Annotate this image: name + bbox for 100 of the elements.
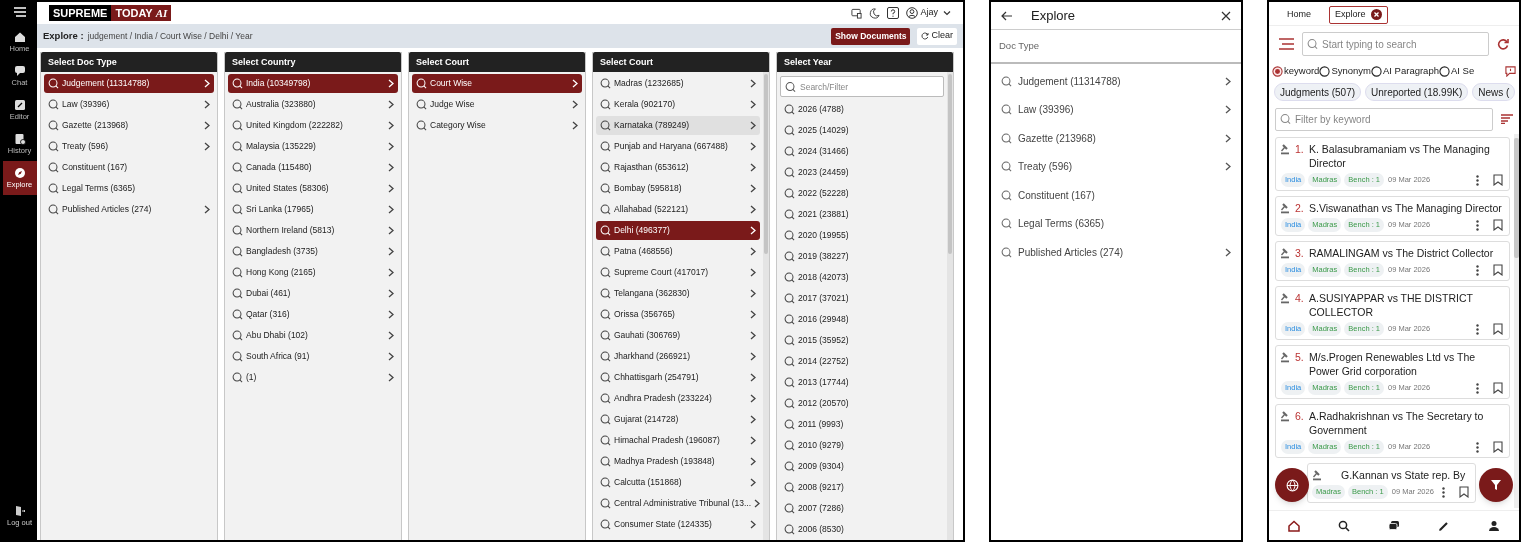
list-item[interactable]: Bangladesh (3735) [228, 242, 398, 261]
radio-label[interactable]: AI Paragraph [1383, 63, 1439, 79]
filter-button[interactable] [1479, 468, 1513, 502]
bookmark-icon[interactable] [1493, 219, 1503, 231]
list-item[interactable]: Telangana (362830) [596, 284, 760, 303]
list-item[interactable]: Court Wise [412, 74, 582, 93]
tab[interactable]: Explore [1329, 5, 1388, 24]
result-title[interactable]: A.SUSIYAPPAR vs THE DISTRICT COLLECTOR [1309, 291, 1505, 319]
list-item[interactable]: Karnataka (789249) [596, 116, 760, 135]
report-icon[interactable] [1505, 65, 1516, 77]
filter-chip[interactable]: Unreported (18.99K) [1365, 83, 1469, 101]
more-vertical-icon[interactable] [1476, 323, 1479, 335]
list-item[interactable]: Chhattisgarh (254791) [596, 368, 760, 387]
list-item[interactable]: 2012 (20570) [780, 394, 944, 413]
globe-button[interactable] [1275, 468, 1309, 502]
list-item[interactable]: Northern Ireland (5813) [228, 221, 398, 240]
list-item[interactable]: 2010 (9279) [780, 436, 944, 455]
list-item[interactable]: Judgement (11314788) [44, 74, 214, 93]
chat-icon[interactable] [1388, 519, 1400, 532]
more-vertical-icon[interactable] [1476, 174, 1479, 186]
list-item[interactable]: Calcutta (151868) [596, 473, 760, 492]
list-item[interactable]: Qatar (316) [228, 305, 398, 324]
list-item[interactable]: 2017 (37021) [780, 289, 944, 308]
bookmark-icon[interactable] [1493, 264, 1503, 276]
list-item[interactable]: 2019 (38227) [780, 247, 944, 266]
list-item[interactable]: Published Articles (274) [44, 200, 214, 219]
list-item[interactable]: Published Articles (274) [991, 238, 1241, 267]
list-item[interactable]: Madras (1232685) [596, 74, 760, 93]
list-item[interactable]: 2011 (9993) [780, 415, 944, 434]
result-title[interactable]: S.Viswanathan vs The Managing Director [1309, 201, 1505, 215]
list-item[interactable]: Delhi (496377) [596, 221, 760, 240]
result-title[interactable]: G.Kannan vs State rep. By [1341, 468, 1466, 482]
radio-label[interactable]: keyword [1284, 63, 1320, 79]
list-item[interactable]: 2015 (35952) [780, 331, 944, 350]
list-item[interactable]: Gauhati (306769) [596, 326, 760, 345]
list-item[interactable]: Orissa (356765) [596, 305, 760, 324]
user-menu[interactable]: Ajay [906, 6, 951, 20]
bookmark-icon[interactable] [1493, 441, 1503, 453]
list-item[interactable]: 2022 (52228) [780, 184, 944, 203]
list-item[interactable]: 2024 (31466) [780, 142, 944, 161]
list-item[interactable]: Dubai (461) [228, 284, 398, 303]
list-item[interactable]: South Africa (91) [228, 347, 398, 366]
list-item[interactable]: Treaty (596) [991, 152, 1241, 181]
more-vertical-icon[interactable] [1476, 441, 1479, 453]
list-item[interactable]: Legal Terms (6365) [991, 209, 1241, 238]
radio-button[interactable] [1319, 65, 1331, 77]
list-item[interactable]: Canada (115480) [228, 158, 398, 177]
list-item[interactable]: Hong Kong (2165) [228, 263, 398, 282]
help-icon[interactable] [887, 7, 900, 19]
list-item[interactable]: India (10349798) [228, 74, 398, 93]
list-item[interactable]: Judge Wise [412, 95, 582, 114]
list-item[interactable]: Constituent (167) [991, 181, 1241, 210]
list-item[interactable]: Australia (323880) [228, 95, 398, 114]
more-vertical-icon[interactable] [1476, 382, 1479, 394]
list-item[interactable]: 2016 (29948) [780, 310, 944, 329]
moon-icon[interactable] [869, 7, 881, 19]
list-item[interactable]: Jharkhand (266921) [596, 347, 760, 366]
list-item[interactable]: 2006 (8530) [780, 520, 944, 539]
list-item[interactable]: Sri Lanka (17965) [228, 200, 398, 219]
list-item[interactable]: 2009 (9304) [780, 457, 944, 476]
list-item[interactable]: 2025 (14029) [780, 121, 944, 140]
list-item[interactable]: Treaty (596) [44, 137, 214, 156]
list-item[interactable]: Gujarat (214728) [596, 410, 760, 429]
list-item[interactable]: 2007 (7286) [780, 499, 944, 518]
list-item[interactable]: Consumer State (124335) [596, 515, 760, 534]
result-title[interactable]: RAMALINGAM vs The District Collector [1309, 246, 1505, 260]
radio-label[interactable]: Synonym [1331, 63, 1371, 79]
bookmark-icon[interactable] [1493, 174, 1503, 186]
monitor-icon[interactable] [851, 7, 863, 19]
more-vertical-icon[interactable] [1442, 486, 1445, 498]
bookmark-icon[interactable] [1493, 382, 1503, 394]
more-vertical-icon[interactable] [1476, 264, 1479, 276]
radio-button[interactable] [1438, 65, 1450, 77]
list-item[interactable]: Law (39396) [44, 95, 214, 114]
show-documents-button[interactable]: Show Documents [831, 27, 911, 45]
close-icon[interactable] [1221, 10, 1231, 21]
list-item[interactable]: Legal Terms (6365) [44, 179, 214, 198]
list-item[interactable]: United States (58306) [228, 179, 398, 198]
list-item[interactable]: Allahabad (522121) [596, 200, 760, 219]
search-field[interactable]: Search/Filter [780, 76, 944, 97]
clear-button[interactable]: Clear [917, 27, 957, 45]
result-title[interactable]: A.Radhakrishnan vs The Secretary to Government [1309, 409, 1505, 437]
back-arrow-icon[interactable] [1001, 10, 1013, 21]
filter-field[interactable]: Filter by keyword [1275, 107, 1493, 131]
list-item[interactable]: 2018 (42073) [780, 268, 944, 287]
list-item[interactable]: Gazette (213968) [44, 116, 214, 135]
list-item[interactable]: Bombay (595818) [596, 179, 760, 198]
list-item[interactable]: United Kingdom (222282) [228, 116, 398, 135]
refresh-icon[interactable] [1497, 38, 1509, 50]
list-item[interactable]: 2023 (24459) [780, 163, 944, 182]
list-item[interactable]: 2020 (19955) [780, 226, 944, 245]
list-item[interactable]: Himachal Pradesh (196087) [596, 431, 760, 450]
list-item[interactable]: (1) [228, 368, 398, 387]
search-icon[interactable] [1338, 519, 1350, 532]
more-vertical-icon[interactable] [1476, 219, 1479, 231]
list-item[interactable]: Supreme Court (417017) [596, 263, 760, 282]
list-item[interactable]: Central Administrative Tribunal (13... [596, 494, 760, 513]
list-item[interactable]: Kerala (902170) [596, 95, 760, 114]
home-icon[interactable] [1288, 519, 1300, 532]
list-item[interactable]: Law (39396) [991, 95, 1241, 124]
